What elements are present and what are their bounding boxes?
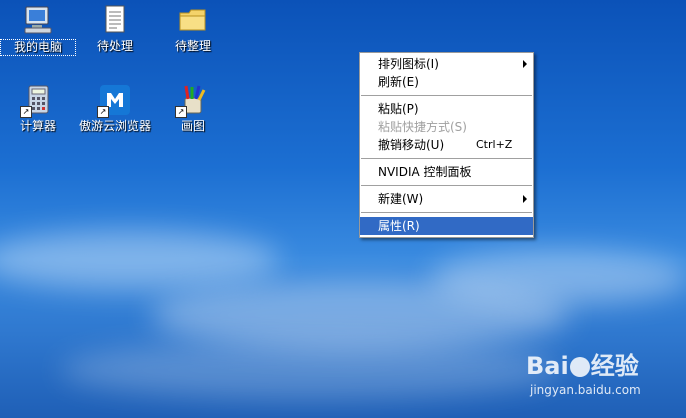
- baidu-jingyan-watermark: Bai 经验 jingyan.baidu.com: [526, 346, 641, 397]
- menu-item-arrange-icons[interactable]: 排列图标(I): [360, 55, 533, 73]
- menu-item-label: 属性(R): [378, 219, 420, 233]
- desktop-icon-label: 待处理: [96, 39, 133, 53]
- desktop-icon-to-organize[interactable]: 待整理: [155, 4, 231, 54]
- menu-item-nvidia-control-panel[interactable]: NVIDIA 控制面板: [360, 163, 533, 181]
- document-icon: [99, 4, 131, 36]
- shortcut-arrow-icon: ↗: [175, 106, 187, 118]
- menu-item-properties[interactable]: 属性(R): [360, 217, 533, 235]
- menu-item-paste[interactable]: 粘贴(P): [360, 100, 533, 118]
- menu-separator: [361, 185, 532, 186]
- cloud-1: [0, 230, 280, 290]
- watermark-logo-right: 经验: [590, 352, 639, 380]
- menu-item-undo-move[interactable]: 撤销移动(U) Ctrl+Z: [360, 136, 533, 154]
- desktop-context-menu: 排列图标(I) 刷新(E) 粘贴(P) 粘贴快捷方式(S) 撤销移动(U) Ct…: [359, 52, 534, 238]
- desktop-icon-label: 计算器: [19, 119, 56, 133]
- desktop-icon-paint[interactable]: ↗ 画图: [155, 84, 231, 134]
- menu-item-refresh[interactable]: 刷新(E): [360, 73, 533, 91]
- menu-item-new[interactable]: 新建(W): [360, 190, 533, 208]
- folder-icon: [177, 4, 209, 36]
- desktop-icon-label: 待整理: [174, 39, 211, 53]
- menu-item-shortcut-key: Ctrl+Z: [476, 138, 513, 151]
- desktop-icon-label: 画图: [180, 119, 205, 133]
- desktop-icon-label: 我的电脑: [0, 39, 76, 56]
- baidu-paw-icon: [569, 357, 590, 377]
- submenu-arrow-icon: [523, 195, 527, 203]
- watermark-logo: Bai 经验: [526, 346, 641, 381]
- cloud-3: [430, 250, 686, 305]
- desktop-icon-label: 傲游云浏览器: [78, 119, 151, 133]
- shortcut-arrow-icon: ↗: [20, 106, 32, 118]
- desktop-icon-maxthon[interactable]: ↗ 傲游云浏览器: [77, 84, 153, 134]
- menu-item-label: 粘贴(P): [378, 102, 419, 116]
- menu-item-label: 刷新(E): [378, 75, 419, 89]
- menu-item-label: 粘贴快捷方式(S): [378, 120, 467, 134]
- calculator-icon: ↗: [20, 84, 54, 118]
- cloud-4: [60, 340, 560, 400]
- my-computer-icon: [22, 4, 54, 36]
- menu-item-label: 撤销移动(U): [378, 138, 445, 152]
- menu-item-label: 新建(W): [378, 192, 424, 206]
- watermark-url: jingyan.baidu.com: [530, 383, 641, 397]
- submenu-arrow-icon: [523, 60, 527, 68]
- desktop-icon-my-computer[interactable]: 我的电脑: [0, 4, 76, 56]
- desktop-icon-pending[interactable]: 待处理: [77, 4, 153, 54]
- menu-item-label: NVIDIA 控制面板: [378, 165, 472, 179]
- watermark-logo-left: Bai: [526, 352, 569, 380]
- menu-separator: [361, 158, 532, 159]
- menu-item-label: 排列图标(I): [378, 57, 439, 71]
- menu-separator: [361, 95, 532, 96]
- maxthon-browser-icon: ↗: [97, 84, 131, 118]
- paint-icon: ↗: [175, 84, 209, 118]
- shortcut-arrow-icon: ↗: [97, 106, 109, 118]
- desktop-icon-calculator[interactable]: ↗ 计算器: [0, 84, 76, 134]
- menu-item-paste-shortcut[interactable]: 粘贴快捷方式(S): [360, 118, 533, 136]
- menu-separator: [361, 212, 532, 213]
